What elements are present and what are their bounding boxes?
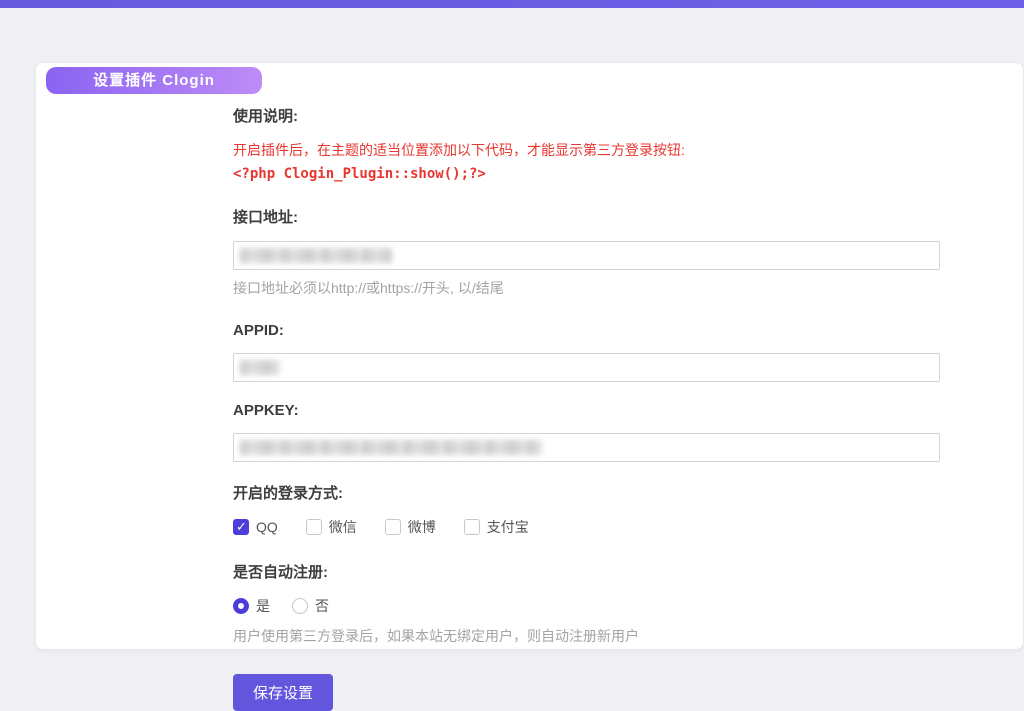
checkbox-qq[interactable]: QQ (233, 519, 278, 535)
plugin-settings-card: 设置插件 Clogin 使用说明: 开启插件后，在主题的适当位置添加以下代码，才… (35, 62, 1024, 650)
radio-no-dot[interactable] (292, 598, 308, 614)
checkbox-wechat[interactable]: 微信 (306, 517, 357, 537)
auto-register-row: 是 否 (233, 596, 943, 616)
checkbox-weibo[interactable]: 微博 (385, 517, 436, 537)
top-accent-bar (0, 0, 1024, 8)
appkey-label: APPKEY: (233, 402, 943, 419)
radio-yes-dot[interactable] (233, 598, 249, 614)
login-methods-row: QQ 微信 微博 支付宝 (233, 517, 943, 537)
checkbox-qq-box[interactable] (233, 519, 249, 535)
api-url-label: 接口地址: (233, 206, 943, 227)
checkbox-alipay-box[interactable] (464, 519, 480, 535)
checkbox-wechat-label: 微信 (329, 517, 357, 537)
radio-no[interactable]: 否 (292, 596, 329, 616)
auto-register-label: 是否自动注册: (233, 561, 943, 582)
radio-no-label: 否 (315, 596, 329, 616)
auto-register-help: 用户使用第三方登录后，如果本站无绑定用户，则自动注册新用户 (233, 626, 943, 646)
checkbox-alipay-label: 支付宝 (487, 517, 529, 537)
checkbox-weibo-box[interactable] (385, 519, 401, 535)
usage-warning-text: 开启插件后，在主题的适当位置添加以下代码，才能显示第三方登录按钮: (233, 140, 943, 160)
card-title-badge: 设置插件 Clogin (46, 67, 262, 94)
redacted-value (240, 248, 392, 263)
redacted-value (240, 440, 542, 455)
api-url-help: 接口地址必须以http://或https://开头, 以/结尾 (233, 278, 943, 298)
checkbox-qq-label: QQ (256, 519, 278, 535)
login-methods-label: 开启的登录方式: (233, 482, 943, 503)
checkbox-wechat-box[interactable] (306, 519, 322, 535)
appid-input[interactable] (233, 353, 940, 382)
radio-yes-label: 是 (256, 596, 270, 616)
radio-yes[interactable]: 是 (233, 596, 270, 616)
save-button[interactable]: 保存设置 (233, 674, 333, 711)
api-url-input[interactable] (233, 241, 940, 270)
usage-label: 使用说明: (233, 105, 943, 126)
settings-form: 使用说明: 开启插件后，在主题的适当位置添加以下代码，才能显示第三方登录按钮: … (36, 63, 1023, 711)
usage-warning-code: <?php Clogin_Plugin::show();?> (233, 166, 943, 182)
appkey-input[interactable] (233, 433, 940, 462)
appid-label: APPID: (233, 322, 943, 339)
card-title: 设置插件 Clogin (93, 72, 215, 89)
checkbox-weibo-label: 微博 (408, 517, 436, 537)
checkbox-alipay[interactable]: 支付宝 (464, 517, 529, 537)
redacted-value (240, 360, 280, 375)
